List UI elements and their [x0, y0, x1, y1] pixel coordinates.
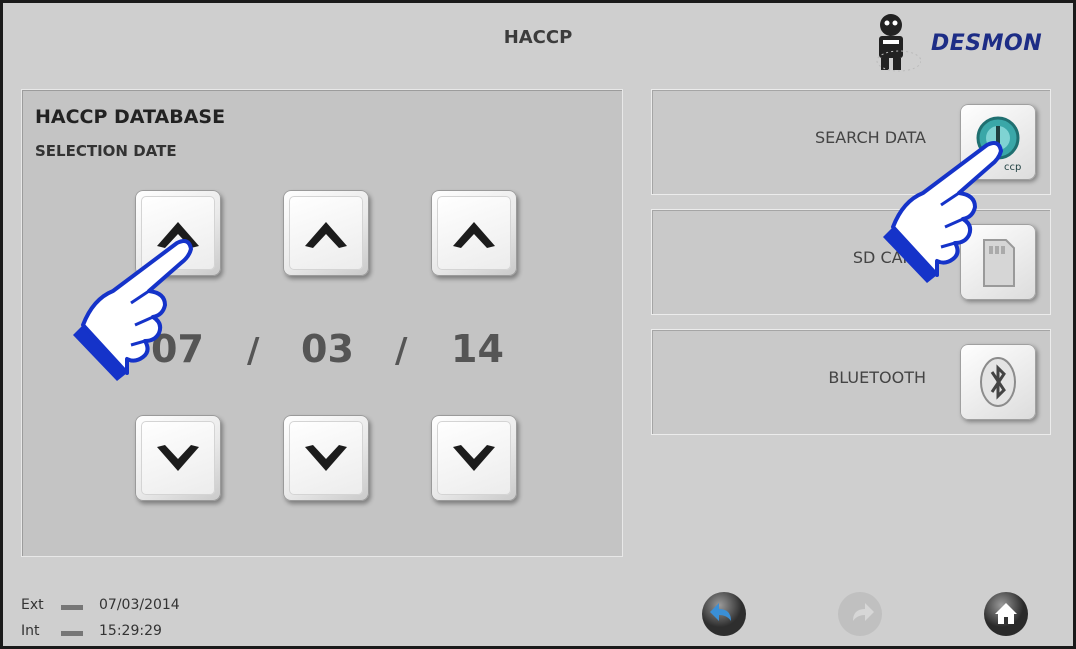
- chevron-down-icon: [305, 445, 347, 471]
- year-down-button[interactable]: [431, 415, 517, 501]
- bluetooth-button[interactable]: [960, 344, 1036, 420]
- panel-title: HACCP DATABASE: [35, 106, 226, 128]
- chevron-down-icon: [157, 445, 199, 471]
- option-label: BLUETOOTH: [828, 368, 926, 387]
- month-value: 03: [301, 327, 354, 371]
- ext-label: Ext: [21, 597, 44, 613]
- chevron-up-icon: [453, 222, 495, 248]
- pointing-hand-icon: [73, 239, 193, 381]
- screen: HACCP DESMON HACCP DATABASE SELECTION DA…: [0, 0, 1076, 649]
- chevron-down-icon: [453, 445, 495, 471]
- int-label: Int: [21, 623, 40, 639]
- chevron-up-icon: [305, 222, 347, 248]
- date-separator: /: [395, 331, 408, 371]
- month-up-button[interactable]: [283, 190, 369, 276]
- home-button[interactable]: [983, 591, 1029, 637]
- bluetooth-icon: [980, 357, 1016, 407]
- brand-name: DESMON: [931, 31, 1043, 56]
- date-separator: /: [247, 331, 260, 371]
- forward-button[interactable]: [837, 591, 883, 637]
- pointing-hand-icon: [883, 141, 1003, 283]
- ext-date: 07/03/2014: [99, 597, 180, 613]
- panel-subtitle: SELECTION DATE: [35, 142, 177, 160]
- int-time: 15:29:29: [99, 623, 162, 639]
- ext-indicator: [61, 605, 83, 610]
- year-up-button[interactable]: [431, 190, 517, 276]
- year-value: 14: [451, 327, 504, 371]
- int-indicator: [61, 631, 83, 636]
- month-down-button[interactable]: [283, 415, 369, 501]
- day-down-button[interactable]: [135, 415, 221, 501]
- bluetooth-option[interactable]: BLUETOOTH: [651, 329, 1051, 435]
- back-button[interactable]: [701, 591, 747, 637]
- desmon-logo-icon: [876, 14, 921, 72]
